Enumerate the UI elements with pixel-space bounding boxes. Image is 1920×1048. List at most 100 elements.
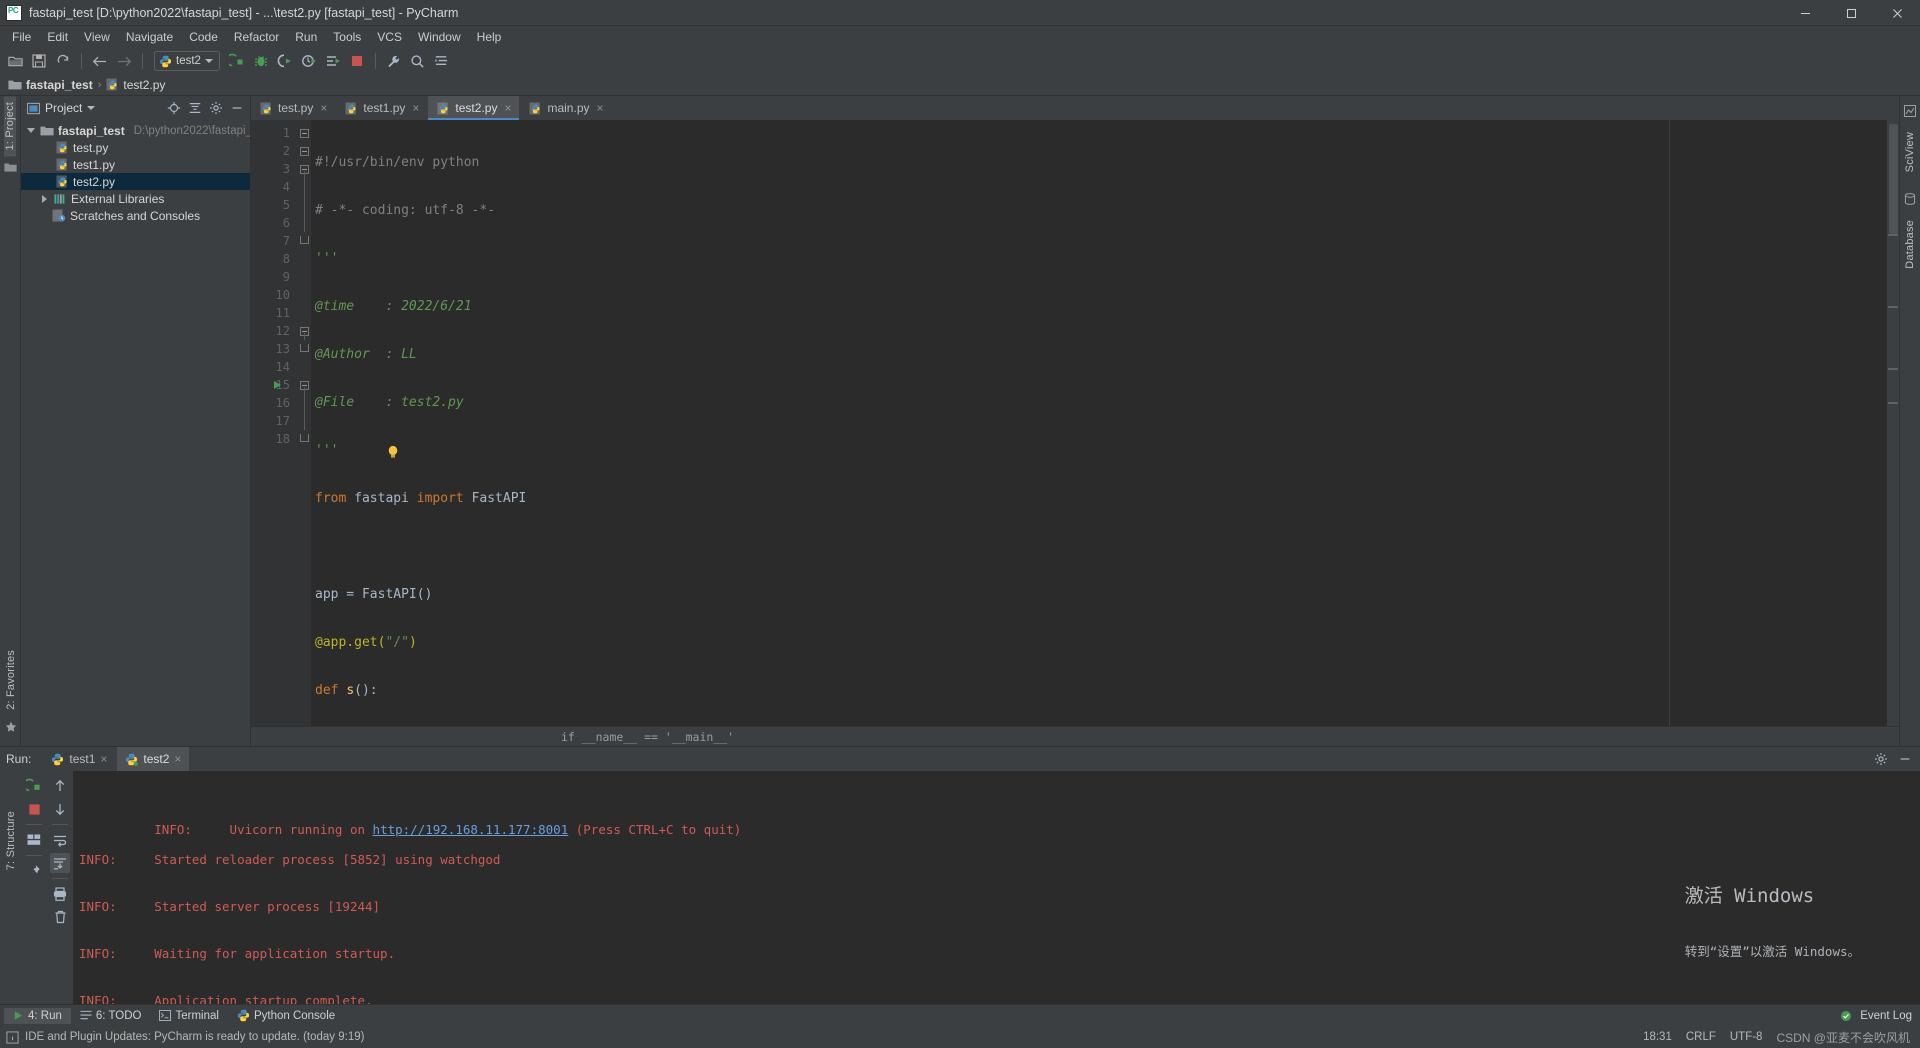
code-folding-gutter[interactable] (297, 120, 311, 726)
maximize-button[interactable] (1828, 0, 1874, 26)
forward-arrow-icon[interactable] (113, 50, 135, 72)
marker-scrollbar[interactable] (1887, 120, 1899, 726)
collapse-all-icon[interactable] (186, 99, 204, 117)
tree-item-test2-py[interactable]: test2.py (21, 173, 250, 190)
menu-window[interactable]: Window (410, 28, 469, 46)
wrench-icon[interactable] (383, 50, 405, 72)
rerun-icon[interactable] (24, 776, 44, 796)
fold-toggle-icon[interactable] (300, 129, 309, 138)
fold-end-icon[interactable] (300, 434, 309, 442)
fold-toggle-icon[interactable] (300, 147, 309, 156)
minimize-button[interactable] (1782, 0, 1828, 26)
fold-row (297, 124, 311, 142)
run-coverage-icon[interactable] (274, 50, 296, 72)
menu-tools[interactable]: Tools (325, 28, 369, 46)
scrollbar-thumb[interactable] (1889, 124, 1898, 234)
sidebar-tab-database[interactable]: Database (1904, 214, 1916, 275)
run-icon[interactable] (226, 50, 248, 72)
run-gutter-icon[interactable] (274, 381, 281, 389)
search-icon[interactable] (407, 50, 429, 72)
line-number-gutter[interactable]: 1 2 3 4 5 6 7 8 9 10 11 12 13 14 15 16 1… (251, 120, 297, 726)
close-button[interactable] (1874, 0, 1920, 26)
menu-edit[interactable]: Edit (39, 28, 76, 46)
fold-end-icon[interactable] (300, 344, 309, 352)
menu-code[interactable]: Code (181, 28, 226, 46)
open-folder-icon[interactable] (4, 50, 26, 72)
locate-icon[interactable] (165, 99, 183, 117)
back-arrow-icon[interactable] (89, 50, 111, 72)
tree-item-test1-py[interactable]: test1.py (21, 156, 250, 173)
save-icon[interactable] (28, 50, 50, 72)
star-icon[interactable] (5, 720, 17, 738)
project-chevron-down-icon[interactable] (87, 106, 96, 110)
pin-icon[interactable] (24, 861, 44, 881)
twisty-right-icon[interactable] (39, 194, 50, 203)
status-line-separator[interactable]: CRLF (1686, 1031, 1716, 1043)
close-icon[interactable]: × (320, 101, 327, 115)
run-console-output[interactable]: INFO: Uvicorn running on http://192.168.… (73, 771, 1920, 1004)
status-message[interactable]: IDE and Plugin Updates: PyCharm is ready… (25, 1031, 364, 1043)
tree-item-test-py[interactable]: test.py (21, 139, 250, 156)
menu-file[interactable]: File (4, 28, 39, 46)
menu-navigate[interactable]: Navigate (118, 28, 181, 46)
breadcrumb-project[interactable]: fastapi_test (8, 78, 93, 92)
close-icon[interactable]: × (174, 752, 181, 766)
sidebar-tab-structure[interactable]: 7: Structure (5, 805, 17, 876)
trash-icon[interactable] (50, 907, 70, 927)
close-icon[interactable]: × (100, 752, 107, 766)
sync-icon[interactable] (52, 50, 74, 72)
structure-icon[interactable] (431, 50, 453, 72)
sciview-icon[interactable] (1904, 104, 1916, 122)
tree-item-scratches-and-consoles[interactable]: Scratches and Consoles (21, 207, 250, 224)
stop-icon[interactable] (24, 799, 44, 819)
editor-tab-main-py[interactable]: main.py × (520, 96, 613, 120)
run-configuration-selector[interactable]: test2 (154, 51, 220, 71)
menu-refactor[interactable]: Refactor (226, 28, 287, 46)
event-log-label[interactable]: Event Log (1860, 1010, 1912, 1022)
fold-end-icon[interactable] (300, 236, 309, 244)
tree-item-external-libraries[interactable]: External Libraries (21, 190, 250, 207)
run-multiple-icon[interactable] (322, 50, 344, 72)
hide-icon[interactable] (1896, 750, 1914, 768)
tool-window-run[interactable]: 4: Run (4, 1007, 71, 1024)
menu-view[interactable]: View (76, 28, 118, 46)
layout-icon[interactable] (24, 830, 44, 850)
debug-icon[interactable] (250, 50, 272, 72)
editor-tab-test-py[interactable]: test.py × (251, 96, 337, 120)
close-icon[interactable]: × (412, 101, 419, 115)
stop-icon[interactable] (346, 50, 368, 72)
menu-help[interactable]: Help (469, 28, 510, 46)
profile-icon[interactable] (298, 50, 320, 72)
line-number-with-run-marker[interactable]: 15 (251, 376, 297, 394)
code-editor[interactable]: #!/usr/bin/env python # -*- coding: utf-… (311, 120, 1669, 726)
run-tab-test2[interactable]: test2 × (117, 747, 190, 771)
menu-vcs[interactable]: VCS (369, 28, 410, 46)
down-arrow-icon[interactable] (50, 799, 70, 819)
twisty-down-icon[interactable] (25, 128, 36, 133)
up-arrow-icon[interactable] (50, 776, 70, 796)
gear-icon[interactable] (207, 99, 225, 117)
tool-window-python-console[interactable]: Python Console (228, 1007, 344, 1024)
tree-item-fastapi-test[interactable]: fastapi_test D:\python2022\fastapi_test (21, 122, 250, 139)
print-icon[interactable] (50, 884, 70, 904)
database-icon[interactable] (1904, 192, 1916, 210)
editor-tab-test1-py[interactable]: test1.py × (336, 96, 429, 120)
soft-wrap-icon[interactable] (50, 830, 70, 850)
close-icon[interactable]: × (597, 101, 604, 115)
scroll-to-end-icon[interactable] (50, 853, 70, 873)
run-tab-test1[interactable]: test1 × (43, 747, 115, 771)
hide-icon[interactable] (228, 99, 246, 117)
editor-tab-test2-py[interactable]: test2.py × (428, 96, 521, 120)
console-link[interactable]: http://192.168.11.177:8001 (373, 822, 569, 837)
tool-window-todo[interactable]: 6: TODO (71, 1008, 151, 1024)
menu-run[interactable]: Run (287, 28, 325, 46)
breadcrumb-file[interactable]: test2.py (106, 78, 165, 92)
tool-window-terminal[interactable]: Terminal (150, 1008, 227, 1024)
status-encoding[interactable]: UTF-8 (1730, 1031, 1763, 1043)
sidebar-tab-sciview[interactable]: SciView (1904, 126, 1916, 178)
sidebar-tab-favorites[interactable]: 2: Favorites (5, 644, 17, 716)
folder-rail-icon[interactable] (3, 160, 17, 178)
gear-icon[interactable] (1872, 750, 1890, 768)
close-icon[interactable]: × (504, 101, 511, 115)
sidebar-tab-project[interactable]: 1: Project (4, 96, 16, 157)
